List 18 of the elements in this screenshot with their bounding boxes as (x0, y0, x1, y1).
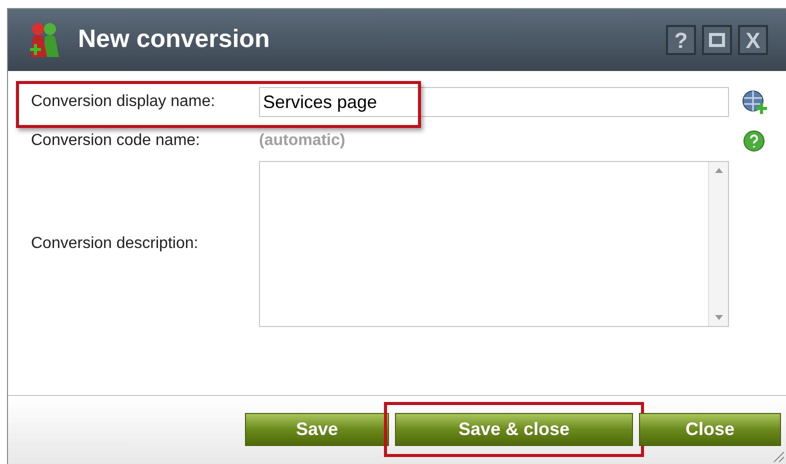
down-arrow-icon[interactable] (714, 315, 722, 320)
help-icon[interactable] (743, 130, 765, 152)
action-button[interactable]: Save (245, 413, 389, 446)
field-label: Conversion code name: (31, 131, 201, 151)
scrollbar[interactable] (708, 162, 728, 326)
up-arrow-icon[interactable] (714, 168, 722, 173)
action-button[interactable]: Close (639, 413, 781, 446)
action-button[interactable]: Save & close (395, 413, 633, 446)
field-label: Conversion display name: (31, 92, 216, 112)
field-label: Conversion description: (31, 234, 200, 254)
window-title: New conversion (78, 24, 271, 56)
title-button[interactable]: ? (666, 25, 696, 55)
input-field[interactable]: Services page (259, 87, 729, 117)
title-button[interactable]: X (738, 25, 768, 55)
globe-add-icon[interactable] (741, 89, 767, 115)
resize-grip-icon[interactable] (772, 450, 784, 462)
field-value: (automatic) (259, 131, 346, 151)
maximize-button[interactable] (702, 25, 732, 55)
